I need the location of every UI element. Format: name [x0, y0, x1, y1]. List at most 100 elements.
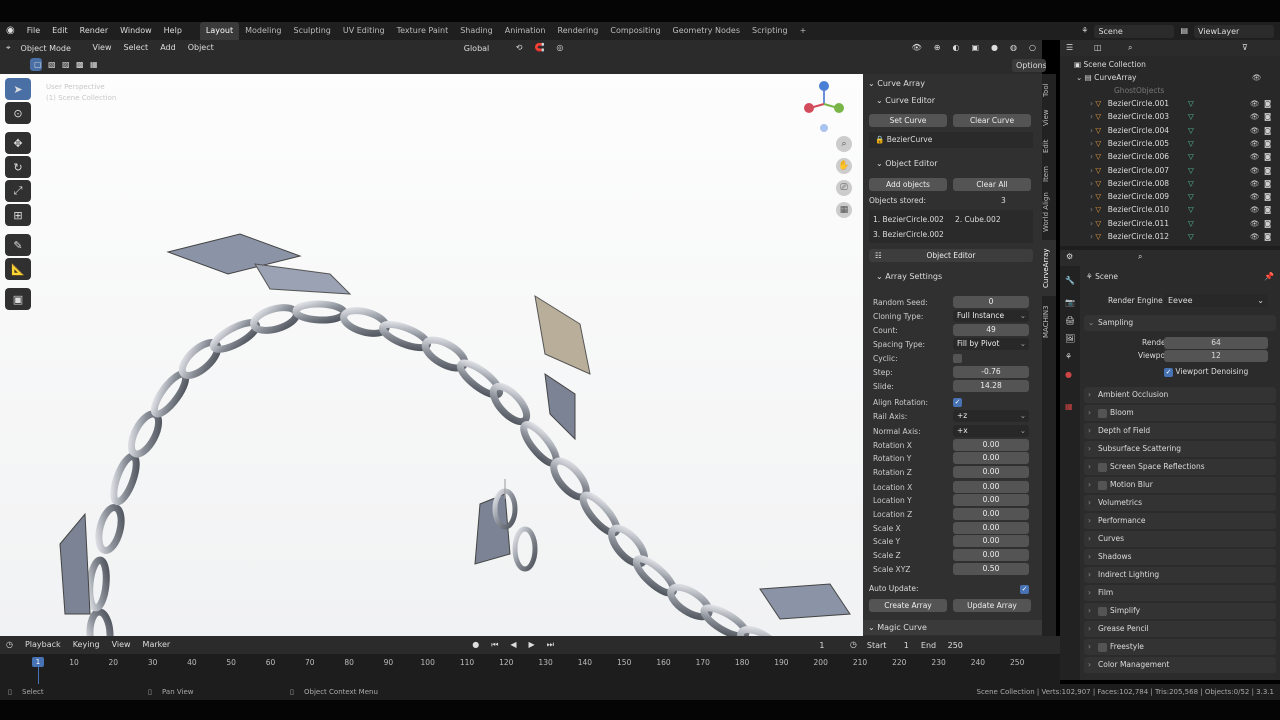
expand-icon[interactable]: ›	[1090, 126, 1093, 135]
setting-number-field[interactable]: 0.00	[953, 522, 1029, 534]
update-array-button[interactable]: Update Array	[953, 599, 1031, 612]
add-workspace-icon[interactable]: +	[794, 22, 813, 40]
section-checkbox[interactable]	[1098, 642, 1107, 652]
setting-number-field[interactable]: -0.76	[953, 366, 1029, 378]
tab-animation[interactable]: Animation	[499, 22, 552, 40]
gizmo-icon[interactable]: ⊕	[928, 39, 947, 57]
visibility-icon[interactable]: 👁	[1250, 230, 1260, 243]
menu-file[interactable]: File	[21, 22, 46, 40]
outliner-item[interactable]: › ▽ BezierCircle.010 ▽ 👁 ◙	[1060, 203, 1280, 216]
setting-number-field[interactable]: 49	[953, 324, 1029, 336]
outliner-item[interactable]: › ▽ BezierCircle.006 ▽ 👁 ◙	[1060, 150, 1280, 163]
visibility-icon[interactable]: 👁	[1250, 203, 1260, 216]
setting-number-field[interactable]: 0.00	[953, 508, 1029, 520]
setting-checkbox[interactable]	[953, 354, 962, 363]
pan-icon[interactable]: ✋	[836, 158, 852, 174]
select-tool-icon[interactable]: ➤	[5, 78, 31, 100]
section-header[interactable]: › Screen Space Reflections	[1084, 459, 1276, 475]
setting-checkbox[interactable]: ✓	[953, 398, 962, 407]
output-tab-icon[interactable]: 🖨	[1065, 316, 1075, 325]
outliner-item[interactable]: › ▽ BezierCircle.007 ▽ 👁 ◙	[1060, 164, 1280, 177]
section-header[interactable]: › Film	[1084, 585, 1276, 601]
tab-scripting[interactable]: Scripting	[746, 22, 794, 40]
outliner-editor-icon[interactable]: ☰	[1066, 43, 1073, 52]
tab-edit[interactable]: Edit	[1042, 134, 1056, 158]
section-checkbox[interactable]	[1098, 606, 1107, 616]
section-header[interactable]: › Shadows	[1084, 549, 1276, 565]
setting-number-field[interactable]: 0.00	[953, 535, 1029, 547]
render-visibility-icon[interactable]: ◙	[1264, 217, 1271, 230]
tab-view[interactable]: View	[1042, 106, 1056, 130]
select-intersect-icon[interactable]: ▦	[86, 58, 98, 71]
render-visibility-icon[interactable]: ◙	[1264, 137, 1271, 150]
next-key-icon[interactable]: ⏭	[541, 636, 560, 654]
menu-help[interactable]: Help	[158, 22, 188, 40]
outliner-search-icon[interactable]: ⌕	[1128, 43, 1132, 53]
keying-menu[interactable]: Keying	[67, 636, 106, 654]
menu-object[interactable]: Object	[182, 39, 220, 57]
render-tab-icon[interactable]: 📷	[1065, 298, 1075, 307]
setting-dropdown[interactable]: Full Instance ⌄	[953, 310, 1029, 322]
display-mode-icon[interactable]: ◫	[1094, 43, 1102, 52]
setting-number-field[interactable]: 0.00	[953, 549, 1029, 561]
outliner-item[interactable]: › ▽ BezierCircle.004 ▽ 👁 ◙	[1060, 124, 1280, 137]
menu-view[interactable]: View	[87, 39, 118, 57]
blender-logo-icon[interactable]: ◉	[0, 22, 21, 40]
visibility-icon[interactable]: 👁	[1250, 190, 1260, 203]
playback-menu[interactable]: Playback	[19, 636, 67, 654]
section-checkbox[interactable]	[1098, 408, 1107, 418]
properties-editor[interactable]: ⚙ ⌕ 🔧 📷 🖨 🖼 ⚘ ● ▦ ⚘ Scene 📌 Render Engin…	[1060, 250, 1280, 680]
timeline[interactable]: 1 10 20 30 40 50 60 70 80 90 100 110 120 130 140 150 16…	[0, 654, 1060, 684]
texture-tab-icon[interactable]: ▦	[1065, 402, 1073, 411]
tab-uv-editing[interactable]: UV Editing	[337, 22, 391, 40]
menu-window[interactable]: Window	[114, 22, 158, 40]
setting-dropdown[interactable]: +x ⌄	[953, 425, 1029, 437]
add-objects-button[interactable]: Add objects	[869, 178, 947, 191]
move-tool-icon[interactable]: ✥	[5, 132, 31, 154]
expand-icon[interactable]: ›	[1090, 205, 1093, 214]
outliner-item[interactable]: › ▽ BezierCircle.001 ▽ 👁 ◙	[1060, 97, 1280, 110]
section-header[interactable]: › Simplify	[1084, 603, 1276, 619]
curve-array-header[interactable]: ⌄ Curve Array	[863, 76, 925, 91]
expand-icon[interactable]: ›	[1090, 232, 1093, 241]
render-visibility-icon[interactable]: ◙	[1264, 177, 1271, 190]
outliner-item[interactable]: › ▽ BezierCircle.005 ▽ 👁 ◙	[1060, 137, 1280, 150]
navigation-gizmo[interactable]	[800, 80, 850, 136]
section-header[interactable]: › Freestyle	[1084, 639, 1276, 655]
tab-shading[interactable]: Shading	[454, 22, 499, 40]
current-frame-field[interactable]: 1	[799, 638, 844, 652]
array-settings-header[interactable]: ⌄ Array Settings	[871, 269, 942, 284]
render-visibility-icon[interactable]: ◙	[1264, 150, 1271, 163]
visibility-icon[interactable]: 👁	[906, 39, 928, 57]
setting-number-field[interactable]: 0	[953, 296, 1029, 308]
start-frame-field[interactable]: Start 1	[862, 638, 913, 652]
render-visibility-icon[interactable]: ◙	[1264, 190, 1271, 203]
render-samples-field[interactable]: 64	[1164, 337, 1268, 349]
menu-render[interactable]: Render	[74, 22, 114, 40]
section-header[interactable]: › Bloom	[1084, 405, 1276, 421]
expand-icon[interactable]: ›	[1090, 179, 1093, 188]
setting-number-field[interactable]: 0.50	[953, 563, 1029, 575]
proportional-icon[interactable]: ◎	[550, 39, 569, 57]
tab-modeling[interactable]: Modeling	[239, 22, 287, 40]
outliner[interactable]: ☰ ◫ ⌕ ⊽ ▣ Scene Collection ⌄ ▤ CurveArra…	[1060, 40, 1280, 246]
render-visibility-icon[interactable]: ◙	[1264, 164, 1271, 177]
object-editor-header[interactable]: ⌄ Object Editor	[871, 156, 938, 171]
add-cube-tool-icon[interactable]: ▣	[5, 288, 31, 310]
annotate-tool-icon[interactable]: ✎	[5, 234, 31, 256]
clear-all-button[interactable]: Clear All	[953, 178, 1031, 191]
collection-row[interactable]: ⌄ ▤ CurveArray 👁	[1060, 71, 1280, 84]
tab-world-align[interactable]: World Align	[1042, 190, 1056, 234]
section-header[interactable]: › Subsurface Scattering	[1084, 441, 1276, 457]
render-visibility-icon[interactable]: ◙	[1264, 110, 1271, 123]
menu-edit[interactable]: Edit	[46, 22, 74, 40]
mode-selector[interactable]: Object Mode	[16, 41, 87, 55]
menu-select[interactable]: Select	[118, 39, 155, 57]
prev-key-icon[interactable]: ◀	[504, 636, 522, 654]
play-icon[interactable]: ▶	[523, 636, 541, 654]
section-header[interactable]: › Depth of Field	[1084, 423, 1276, 439]
object-editor-button[interactable]: ☷ Object Editor	[869, 249, 1033, 262]
measure-tool-icon[interactable]: 📐	[5, 258, 31, 280]
pin-icon[interactable]: 📌	[1264, 272, 1274, 281]
select-box-icon[interactable]: ▢	[30, 58, 42, 71]
